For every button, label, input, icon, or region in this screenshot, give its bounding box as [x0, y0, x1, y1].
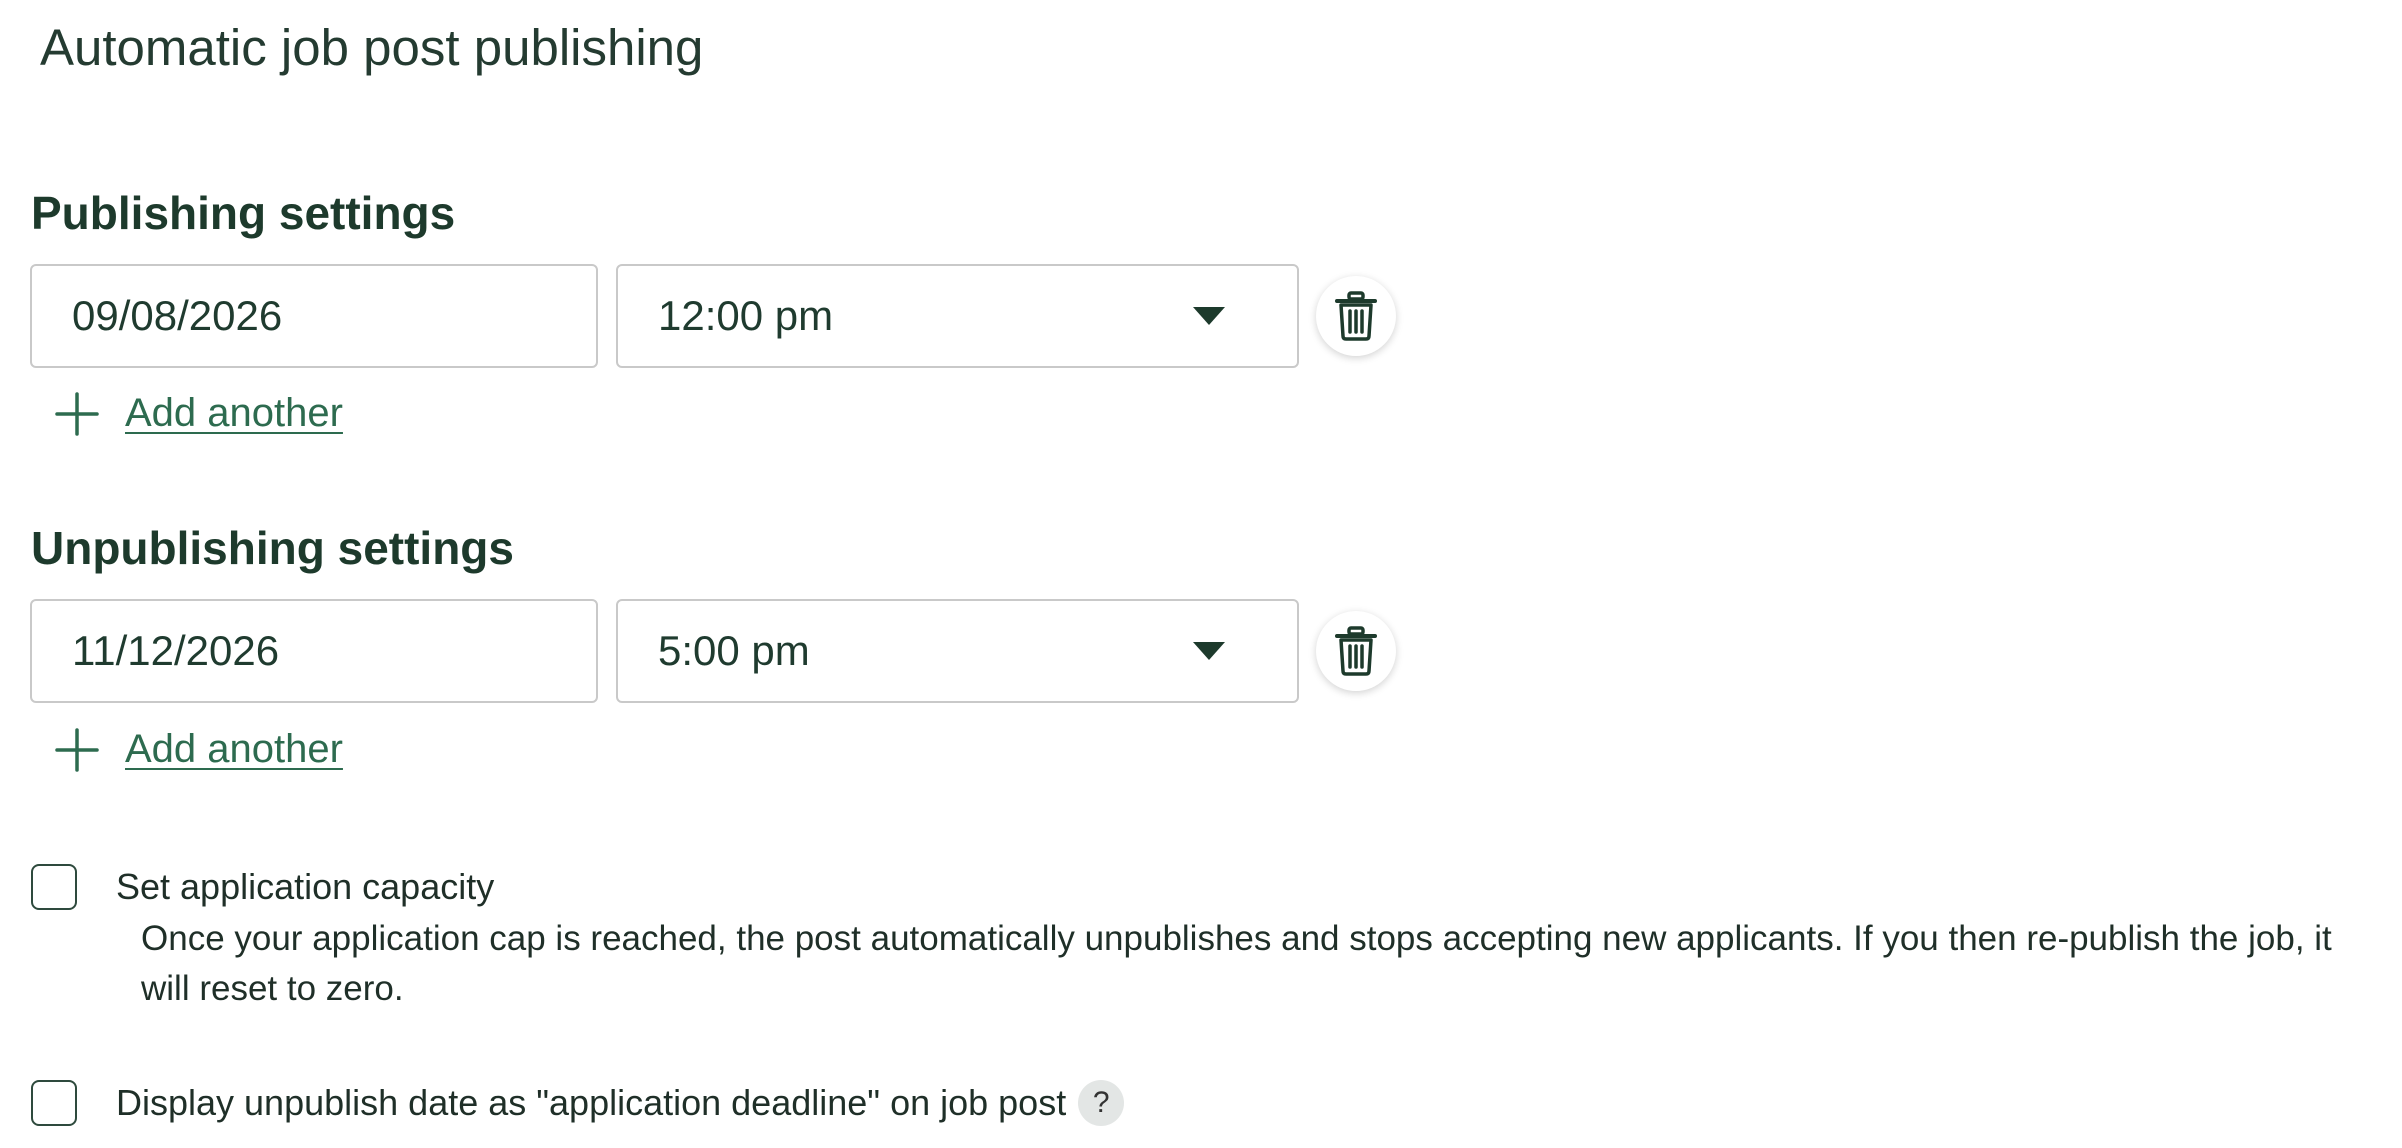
- publish-date-input[interactable]: 09/08/2026: [30, 264, 598, 368]
- unpublish-date-input[interactable]: 11/12/2026: [30, 599, 598, 703]
- unpublishing-settings-heading: Unpublishing settings: [31, 522, 514, 574]
- question-icon[interactable]: ?: [1078, 1080, 1125, 1126]
- unpublish-date-value: 11/12/2026: [72, 627, 280, 674]
- add-publish-date-row[interactable]: Add another: [55, 391, 343, 436]
- unpublish-time-select[interactable]: 5:00 pm: [616, 599, 1299, 703]
- publish-date-value: 09/08/2026: [72, 292, 283, 339]
- publishing-settings-heading: Publishing settings: [31, 187, 456, 239]
- trash-icon: [1335, 291, 1377, 341]
- application-capacity-checkbox[interactable]: [31, 864, 77, 910]
- application-capacity-help-text: Once your application cap is reached, th…: [141, 919, 2332, 1008]
- delete-publish-date-button[interactable]: [1316, 276, 1396, 356]
- publish-time-value: 12:00 pm: [658, 292, 834, 339]
- delete-unpublish-date-button[interactable]: [1316, 611, 1396, 691]
- publish-time-select[interactable]: 12:00 pm: [616, 264, 1299, 368]
- page-title: Automatic job post publishing: [40, 19, 704, 76]
- add-another-unpublish-link[interactable]: Add another: [125, 727, 343, 772]
- application-deadline-label[interactable]: Display unpublish date as "application d…: [116, 1082, 1066, 1124]
- add-unpublish-date-row[interactable]: Add another: [55, 727, 343, 772]
- application-capacity-label[interactable]: Set application capacity: [116, 866, 494, 908]
- unpublish-time-value: 5:00 pm: [658, 627, 810, 674]
- add-another-publish-link[interactable]: Add another: [125, 391, 343, 436]
- caret-down-icon: [1193, 307, 1225, 325]
- application-deadline-row: Display unpublish date as "application d…: [116, 1080, 1125, 1126]
- trash-icon: [1335, 626, 1377, 676]
- plus-icon: [55, 391, 99, 436]
- application-deadline-checkbox[interactable]: [31, 1080, 77, 1126]
- plus-icon: [55, 727, 99, 772]
- caret-down-icon: [1193, 642, 1225, 660]
